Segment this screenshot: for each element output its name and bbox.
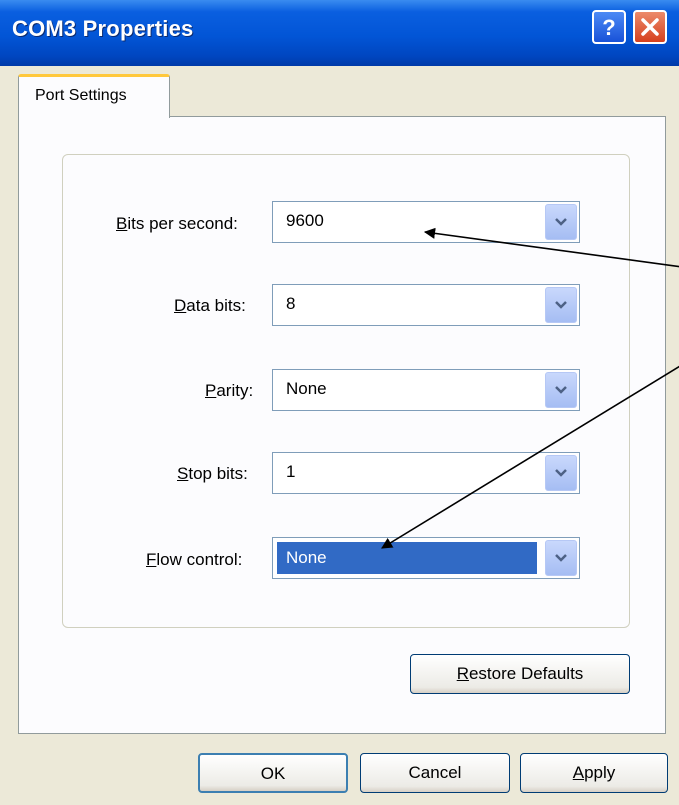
dropdown-arrow-button[interactable] [545,372,577,408]
bits-per-second-dropdown[interactable]: 9600 [272,201,580,243]
data-bits-label: Data bits: [174,296,246,315]
parity-value: None [286,379,327,398]
close-icon [641,18,659,36]
restore-defaults-button[interactable]: Restore Defaults [410,654,630,694]
dropdown-arrow-button[interactable] [545,204,577,240]
flow-control-value: None [277,542,537,574]
help-button[interactable]: ? [592,10,626,44]
chevron-down-icon [555,301,567,309]
stop-bits-label: Stop bits: [177,464,248,483]
chevron-down-icon [555,469,567,477]
svg-text:?: ? [602,15,615,40]
parity-label: Parity: [205,381,254,400]
title-bar[interactable]: COM3 Properties ? [0,0,679,66]
chevron-down-icon [555,386,567,394]
apply-button[interactable]: Apply [520,753,668,793]
flow-control-label: Flow control: [146,550,243,569]
dropdown-arrow-button[interactable] [545,287,577,323]
parity-dropdown[interactable]: None [272,369,580,411]
cancel-button[interactable]: Cancel [360,753,510,793]
dropdown-arrow-button[interactable] [545,540,577,576]
tab-port-settings[interactable]: Port Settings [18,74,170,118]
properties-dialog: COM3 Properties ? Port Settings Bits per… [0,0,679,805]
bits-per-second-value: 9600 [286,211,324,230]
close-button[interactable] [633,10,667,44]
bits-per-second-label: Bits per second: [116,214,238,233]
stop-bits-dropdown[interactable]: 1 [272,452,580,494]
chevron-down-icon [555,554,567,562]
question-mark-icon: ? [602,15,615,40]
flow-control-dropdown[interactable]: None [272,537,580,579]
window-title: COM3 Properties [12,16,194,41]
dropdown-arrow-button[interactable] [545,455,577,491]
stop-bits-value: 1 [286,462,296,481]
ok-button[interactable]: OK [198,753,348,793]
data-bits-dropdown[interactable]: 8 [272,284,580,326]
tab-label: Port Settings [35,87,127,104]
data-bits-value: 8 [286,294,296,313]
chevron-down-icon [555,218,567,226]
